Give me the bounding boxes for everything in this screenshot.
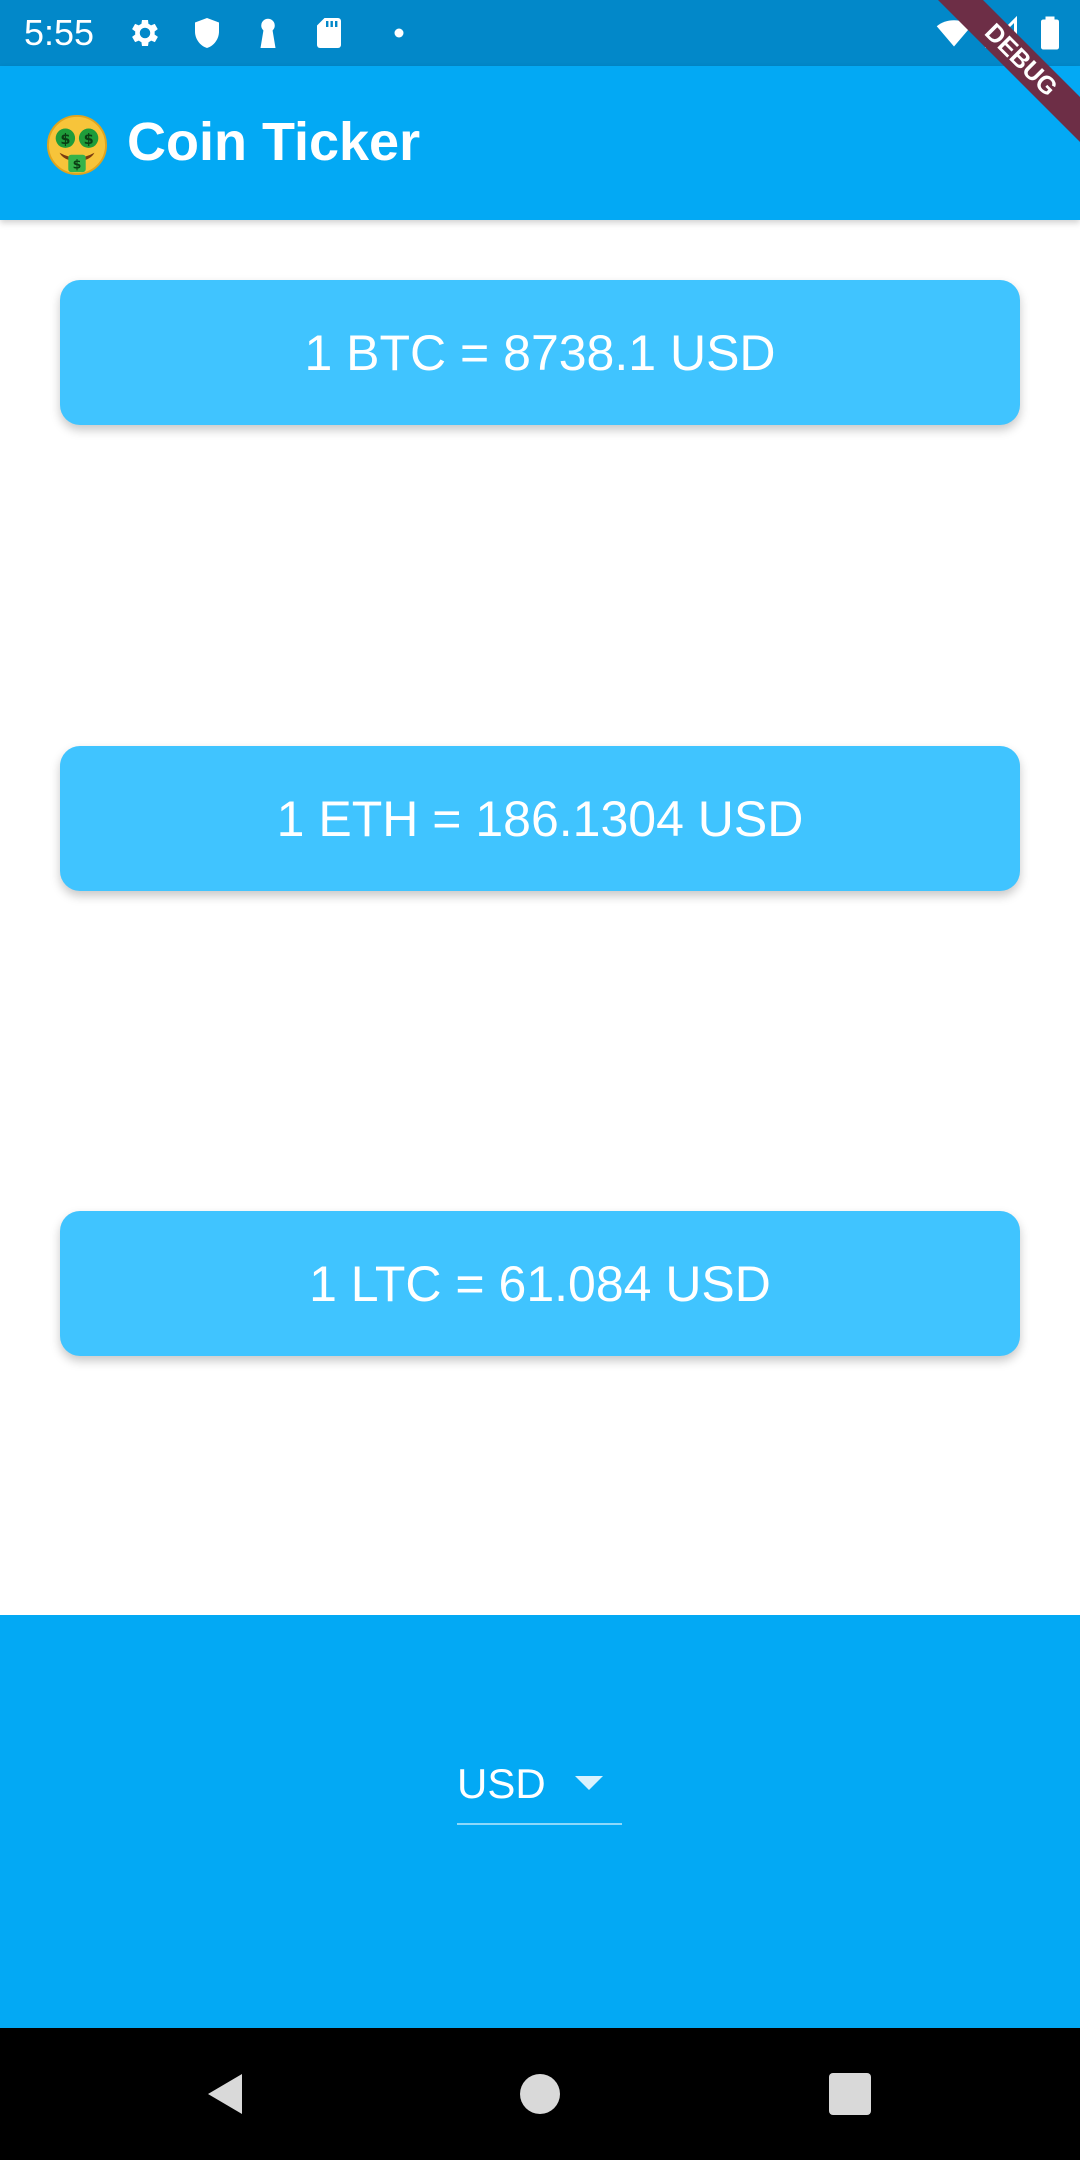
app-title: Coin Ticker bbox=[127, 112, 421, 172]
back-icon[interactable] bbox=[202, 2070, 250, 2118]
sd-card-icon bbox=[311, 15, 347, 51]
money-mouth-face-icon: $ $ $ bbox=[46, 114, 108, 176]
eth-rate-text: 1 ETH = 186.1304 USD bbox=[276, 790, 804, 847]
svg-text:$: $ bbox=[60, 132, 70, 148]
keyhole-icon bbox=[250, 15, 286, 51]
dropdown-arrow-icon bbox=[573, 1774, 605, 1792]
svg-text:$: $ bbox=[73, 156, 82, 171]
home-icon[interactable] bbox=[516, 2070, 564, 2118]
dot-icon bbox=[372, 15, 408, 51]
battery-icon bbox=[1032, 15, 1068, 51]
status-time: 5:55 bbox=[24, 12, 95, 53]
btc-rate-text: 1 BTC = 8738.1 USD bbox=[304, 324, 776, 381]
recents-icon[interactable] bbox=[826, 2070, 874, 2118]
currency-picker-panel: USD bbox=[0, 1615, 1080, 2028]
wifi-icon bbox=[936, 15, 972, 51]
gear-icon bbox=[127, 15, 163, 51]
ltc-rate-card: 1 LTC = 61.084 USD bbox=[60, 1211, 1020, 1356]
shield-icon bbox=[189, 15, 225, 51]
app-bar: $ $ $ Coin Ticker bbox=[0, 66, 1080, 220]
status-bar: 5:55 bbox=[0, 0, 1080, 66]
btc-rate-card: 1 BTC = 8738.1 USD bbox=[60, 280, 1020, 425]
currency-selected-value: USD bbox=[457, 1760, 546, 1807]
navigation-bar bbox=[0, 2028, 1080, 2160]
ltc-rate-text: 1 LTC = 61.084 USD bbox=[309, 1255, 771, 1312]
signal-icon bbox=[984, 15, 1020, 51]
eth-rate-card: 1 ETH = 186.1304 USD bbox=[60, 746, 1020, 891]
svg-text:$: $ bbox=[84, 132, 94, 148]
currency-dropdown[interactable]: USD bbox=[457, 1755, 622, 1825]
